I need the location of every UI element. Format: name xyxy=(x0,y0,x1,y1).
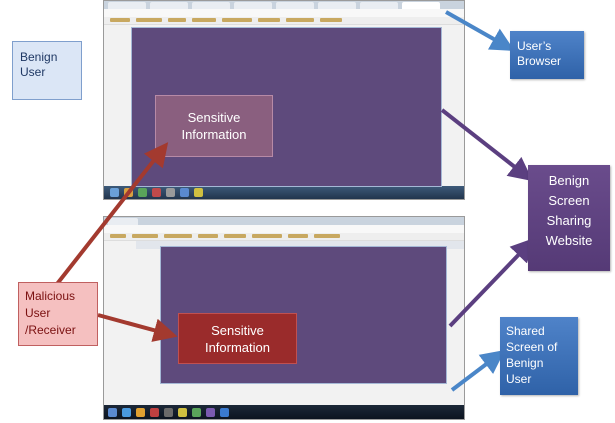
taskbar-app-icon[interactable] xyxy=(122,408,131,417)
start-icon[interactable] xyxy=(110,188,119,197)
malicious-user-text: Malicious User /Receiver xyxy=(25,289,76,337)
taskbar-app-icon[interactable] xyxy=(194,188,203,197)
bookmark-item[interactable] xyxy=(132,234,158,238)
benign-user-text: Benign User xyxy=(20,50,58,79)
taskbar-app-icon[interactable] xyxy=(164,408,173,417)
malicious-user-label: Malicious User /Receiver xyxy=(18,282,98,346)
bookmark-item[interactable] xyxy=(192,18,216,22)
users-browser-text: User’s Browser xyxy=(517,39,562,68)
bookmarks-bar xyxy=(104,17,464,25)
browser-tab-strip[interactable] xyxy=(104,217,464,225)
bookmark-item[interactable] xyxy=(136,18,162,22)
bookmarks-bar xyxy=(104,233,464,241)
taskbar-app-icon[interactable] xyxy=(136,408,145,417)
browser-tab[interactable] xyxy=(318,2,356,9)
browser-tab[interactable] xyxy=(150,2,188,9)
browser-tab[interactable] xyxy=(108,218,138,225)
taskbar-app-icon[interactable] xyxy=(138,188,147,197)
taskbar-app-icon[interactable] xyxy=(178,408,187,417)
bookmark-item[interactable] xyxy=(258,18,280,22)
taskbar-app-icon[interactable] xyxy=(166,188,175,197)
bookmark-item[interactable] xyxy=(110,234,126,238)
taskbar-app-icon[interactable] xyxy=(150,408,159,417)
sensitive-information-label: Sensitive Information xyxy=(181,110,247,142)
benign-user-label: Benign User xyxy=(12,41,82,100)
bookmark-item[interactable] xyxy=(110,18,130,22)
browser-tab[interactable] xyxy=(192,2,230,9)
shared-screen-label: Shared Screen of Benign User xyxy=(500,317,578,395)
taskbar-app-icon[interactable] xyxy=(124,188,133,197)
taskbar-app-icon[interactable] xyxy=(206,408,215,417)
start-icon[interactable] xyxy=(108,408,117,417)
browser-tab[interactable] xyxy=(276,2,314,9)
bookmark-item[interactable] xyxy=(320,18,342,22)
bookmark-item[interactable] xyxy=(224,234,246,238)
taskbar-app-icon[interactable] xyxy=(192,408,201,417)
browser-tab-strip[interactable] xyxy=(104,1,464,9)
browser-tab[interactable] xyxy=(360,2,398,9)
taskbar-app-icon[interactable] xyxy=(180,188,189,197)
sensitive-information-top: Sensitive Information xyxy=(155,95,273,157)
sensitive-information-label: Sensitive Information xyxy=(204,322,271,355)
browser-tab[interactable] xyxy=(108,2,146,9)
taskbar xyxy=(104,405,464,419)
bookmark-item[interactable] xyxy=(314,234,340,238)
benign-website-label: Benign Screen Sharing Website xyxy=(528,165,610,271)
taskbar xyxy=(104,186,464,199)
bookmark-item[interactable] xyxy=(288,234,308,238)
benign-website-text: Benign Screen Sharing Website xyxy=(545,173,593,248)
bookmark-item[interactable] xyxy=(252,234,282,238)
bookmark-item[interactable] xyxy=(222,18,252,22)
browser-tab[interactable] xyxy=(234,2,272,9)
users-browser-label: User’s Browser xyxy=(510,31,584,79)
bookmark-item[interactable] xyxy=(164,234,192,238)
shared-screen-text: Shared Screen of Benign User xyxy=(506,324,558,386)
bookmark-item[interactable] xyxy=(198,234,218,238)
sensitive-information-bottom: Sensitive Information xyxy=(178,313,297,364)
taskbar-app-icon[interactable] xyxy=(220,408,229,417)
bookmark-item[interactable] xyxy=(286,18,314,22)
browser-tab-active[interactable] xyxy=(402,2,440,9)
bookmark-item[interactable] xyxy=(168,18,186,22)
taskbar-app-icon[interactable] xyxy=(152,188,161,197)
